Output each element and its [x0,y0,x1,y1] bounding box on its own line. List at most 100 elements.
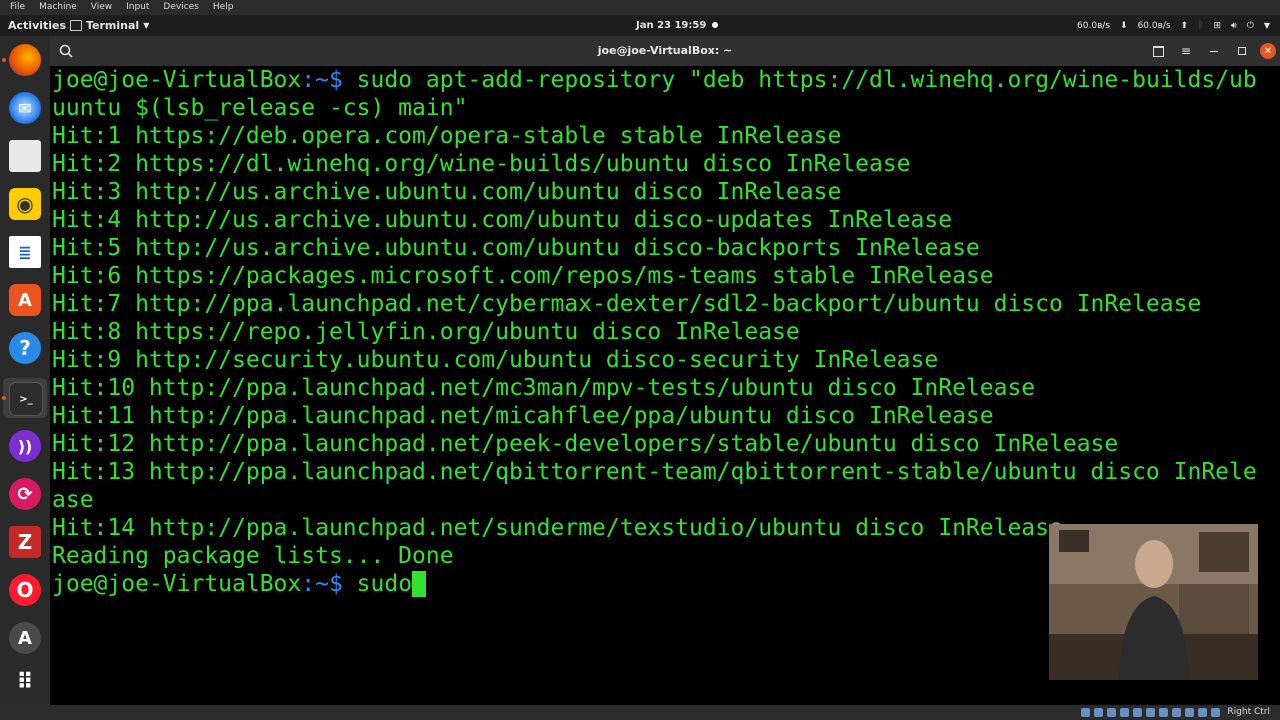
cpu-icon[interactable] [1185,708,1194,717]
volume-icon: 🔊︎ [1231,20,1237,31]
command-text: sudo [342,571,413,597]
prompt-sep: : [301,571,316,597]
gnome-top-bar: Activities Terminal ▼ Jan 23 19:59 60.0ʙ… [0,15,1280,36]
vbox-statusbar: Right Ctrl [0,705,1280,720]
show-apps-icon[interactable]: ⠿ [9,666,41,698]
terminal-line: ase [52,487,94,513]
notification-dot-icon [711,22,718,28]
net-up-label: 60.0ʙ/s [1077,20,1111,31]
filezilla-icon[interactable]: Z [9,526,41,558]
host-key-label: Right Ctrl [1227,707,1270,717]
menu-view[interactable]: View [85,0,120,15]
terminal-small-icon [70,20,82,31]
podcast-icon[interactable]: )) [9,430,41,462]
help-icon[interactable]: ? [9,332,41,364]
network-icon: ⊞ [1213,20,1222,31]
thunderbird-icon[interactable]: ✉ [9,92,41,124]
opera-icon[interactable]: O [9,574,41,606]
keyboard-icon[interactable] [1211,708,1220,717]
close-button[interactable]: ✕ [1260,43,1276,59]
minimize-icon [1210,50,1218,52]
terminal-line: Hit:4 http://us.archive.ubuntu.com/ubunt… [52,207,953,233]
app-menu-label: Terminal [86,19,140,32]
command-text: sudo apt-add-repository "deb https://dl.… [342,67,1257,93]
audio-icon[interactable] [1107,708,1116,717]
running-indicator [2,396,6,400]
terminal-line: Hit:6 https://packages.microsoft.com/rep… [52,263,994,289]
libreoffice-writer-icon[interactable]: ≣ [9,236,41,268]
terminal-line: Hit:11 http://ppa.launchpad.net/micahfle… [52,403,994,429]
sync-icon[interactable]: ⟳ [9,478,41,510]
arrow-down-icon: ⬇ [1120,20,1128,31]
prompt-user: joe@joe-VirtualBox [52,571,302,597]
prompt-symbol: $ [328,67,343,93]
terminal-line: Hit:3 http://us.archive.ubuntu.com/ubunt… [52,179,842,205]
menu-button[interactable]: ≡ [1172,36,1200,66]
vbox-menubar: File Machine View Input Devices Help [0,0,1280,15]
app-menu-button[interactable]: Terminal ▼ [70,15,149,36]
text-cursor [412,571,427,597]
clock-label: Jan 23 19:59 [636,20,707,31]
window-controls: ≡ ✕ [1144,36,1280,66]
search-icon[interactable] [58,43,74,59]
webcam-image [1049,524,1258,680]
recording-icon[interactable] [1172,708,1181,717]
hamburger-icon: ≡ [1180,44,1192,58]
running-indicator [2,58,6,62]
webcam-overlay [1049,524,1258,680]
terminal-headerbar: joe@joe-VirtualBox: ~ ≡ ✕ [50,36,1280,66]
maximize-button[interactable] [1228,36,1256,66]
activities-button[interactable]: Activities [8,15,66,36]
network-adapter-icon[interactable] [1120,708,1129,717]
chevron-down-icon: ▼ [143,21,150,30]
optical-drive-icon[interactable] [1094,708,1103,717]
menu-devices[interactable]: Devices [157,0,206,15]
rhythmbox-icon[interactable]: ◉ [9,188,41,220]
terminal-line: uuntu $(lsb_release -cs) main" [52,95,468,121]
maximize-icon [1238,47,1246,55]
terminal-line: Hit:7 http://ppa.launchpad.net/cybermax-… [52,291,1202,317]
chevron-down-icon: ▼ [1263,21,1270,30]
harddisk-icon[interactable] [1081,708,1090,717]
system-tray[interactable]: 60.0ʙ/s ⬇ 60.0ʙ/s ⬆ ᛒ ⊞ 🔊︎ ⏻ ▼ [1077,15,1270,36]
menu-input[interactable]: Input [120,0,157,15]
terminal-line: Hit:8 https://repo.jellyfin.org/ubuntu d… [52,319,800,345]
close-icon: ✕ [1263,45,1273,57]
terminal-line: Hit:13 http://ppa.launchpad.net/qbittorr… [52,459,1257,485]
shared-folders-icon[interactable] [1146,708,1155,717]
software-center-icon[interactable]: A [9,284,41,316]
menu-help[interactable]: Help [207,0,242,15]
prompt-user: joe@joe-VirtualBox [52,67,302,93]
usb-icon[interactable] [1133,708,1142,717]
status-icons [1081,708,1220,717]
terminal-line: Hit:12 http://ppa.launchpad.net/peek-dev… [52,431,1119,457]
files-icon[interactable] [9,140,41,172]
terminal-icon[interactable]: >_ [9,382,43,416]
terminal-line: Hit:9 http://security.ubuntu.com/ubuntu … [52,347,939,373]
arrow-up-icon: ⬆ [1180,20,1189,31]
clock[interactable]: Jan 23 19:59 [636,15,718,36]
prompt-sep: : [301,67,316,93]
prompt-symbol: $ [328,571,343,597]
minimize-button[interactable] [1200,36,1228,66]
power-icon: ⏻ [1246,20,1254,31]
new-tab-button[interactable] [1144,36,1172,66]
dock: ✉ ◉ ≣ A ? >_ )) ⟳ Z O A ⠿ [0,36,50,705]
terminal-line: joe@joe-VirtualBox:~$ sudo apt-add-repos… [52,66,1280,94]
window-title: joe@joe-VirtualBox: ~ [597,44,733,57]
terminal-line: Hit:5 http://us.archive.ubuntu.com/ubunt… [52,235,980,261]
prompt-path: ~ [315,571,329,597]
mouse-integration-icon[interactable] [1198,708,1207,717]
bluetooth-icon: ᛒ [1198,20,1204,31]
menu-machine[interactable]: Machine [33,0,85,15]
firefox-icon[interactable] [9,44,41,76]
terminal-line: Hit:1 https://deb.opera.com/opera-stable… [52,123,842,149]
display-icon[interactable] [1159,708,1168,717]
prompt-path: ~ [315,67,329,93]
terminal-line: Hit:10 http://ppa.launchpad.net/mc3man/m… [52,375,1036,401]
updater-icon[interactable]: A [9,622,41,654]
new-tab-icon [1152,45,1164,57]
net-down-label: 60.0ʙ/s [1137,20,1171,31]
terminal-line: Hit:2 https://dl.winehq.org/wine-builds/… [52,151,911,177]
menu-file[interactable]: File [4,0,33,15]
